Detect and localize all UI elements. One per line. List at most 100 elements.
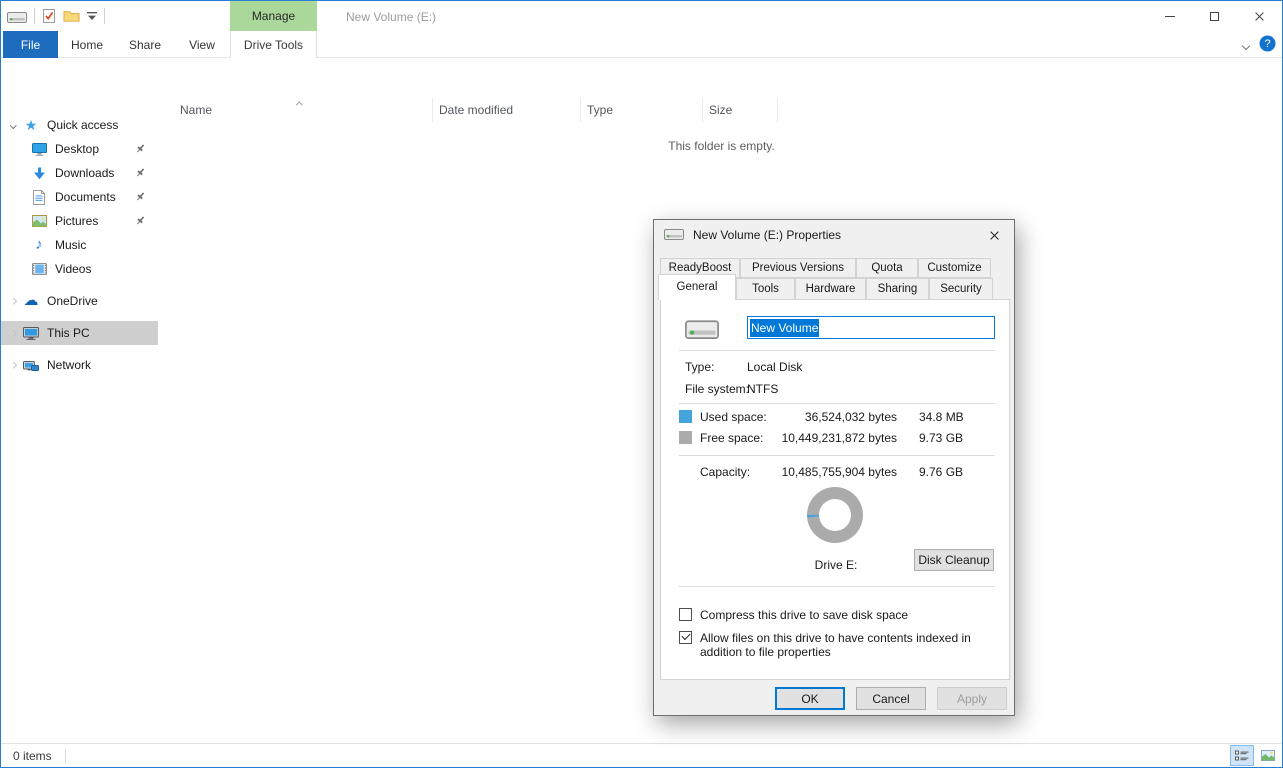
used-space-legend-swatch	[679, 410, 692, 423]
tab-home[interactable]: Home	[58, 31, 116, 58]
separator	[679, 403, 995, 404]
thumbnail-view-button[interactable]	[1256, 745, 1280, 766]
picture-icon	[29, 215, 49, 227]
sidebar-item-downloads[interactable]: Downloads	[1, 161, 158, 185]
separator	[679, 586, 995, 587]
capacity-bytes: 10,485,755,904 bytes	[761, 465, 897, 479]
dialog-title: New Volume (E:) Properties	[693, 228, 841, 242]
chevron-right-icon	[10, 362, 16, 368]
maximize-icon	[1210, 12, 1219, 21]
tab-share[interactable]: Share	[116, 31, 174, 58]
column-header-date-modified[interactable]: Date modified	[433, 98, 581, 122]
status-separator	[65, 749, 66, 763]
cancel-button[interactable]: Cancel	[856, 687, 926, 710]
pin-icon[interactable]	[135, 143, 146, 157]
customize-qat-button[interactable]	[87, 12, 97, 21]
type-label: Type:	[685, 360, 714, 374]
column-header-type[interactable]: Type	[581, 98, 703, 122]
tab-quota[interactable]: Quota	[856, 258, 918, 278]
ribbon-context-group: Manage	[230, 1, 317, 31]
details-view-icon	[1235, 750, 1249, 762]
title-bar: Manage New Volume (E:)	[1, 1, 1282, 31]
sidebar-item-music[interactable]: ♪ Music	[1, 233, 158, 257]
pin-icon[interactable]	[135, 191, 146, 205]
close-button[interactable]	[1237, 1, 1282, 31]
type-value: Local Disk	[747, 360, 802, 374]
qat-separator	[104, 8, 105, 24]
film-icon	[29, 263, 49, 275]
used-space-label: Used space:	[700, 410, 767, 424]
svg-text:?: ?	[1264, 38, 1270, 50]
disk-cleanup-button[interactable]: Disk Cleanup	[914, 549, 994, 571]
column-headers: Name Date modified Type Size	[161, 96, 1282, 124]
tab-drive-tools[interactable]: Drive Tools	[230, 31, 317, 58]
column-header-name[interactable]: Name	[166, 98, 433, 122]
index-checkbox[interactable]	[679, 631, 692, 644]
explorer-window: Manage New Volume (E:) File Home Share V…	[0, 0, 1283, 768]
tab-security[interactable]: Security	[929, 278, 993, 300]
tab-tools[interactable]: Tools	[736, 278, 795, 300]
compress-checkbox-label[interactable]: Compress this drive to save disk space	[700, 608, 1000, 622]
drive-icon	[7, 10, 27, 23]
tab-customize[interactable]: Customize	[918, 258, 991, 278]
tab-hardware[interactable]: Hardware	[795, 278, 866, 300]
pin-icon[interactable]	[135, 167, 146, 181]
file-system-label: File system:	[685, 382, 749, 396]
sidebar-item-network[interactable]: Network	[1, 353, 158, 377]
index-checkbox-label[interactable]: Allow files on this drive to have conten…	[700, 631, 1000, 659]
free-space-bytes: 10,449,231,872 bytes	[761, 431, 897, 445]
details-view-button[interactable]	[1230, 745, 1254, 766]
help-button[interactable]: ?	[1259, 35, 1276, 55]
used-space-bytes: 36,524,032 bytes	[761, 410, 897, 424]
volume-label-input[interactable]: New Volume	[747, 316, 995, 339]
dialog-close-button[interactable]	[984, 227, 1004, 243]
sidebar-item-label: This PC	[47, 326, 90, 340]
minimize-button[interactable]	[1147, 1, 1192, 31]
sidebar-item-quick-access[interactable]: ★ Quick access	[1, 113, 158, 137]
pin-icon[interactable]	[135, 215, 146, 229]
free-space-size: 9.73 GB	[919, 431, 963, 445]
selected-text: New Volume	[750, 319, 819, 337]
sidebar-item-videos[interactable]: Videos	[1, 257, 158, 281]
expand-ribbon-button[interactable]	[1243, 38, 1249, 52]
empty-folder-message: This folder is empty.	[161, 139, 1282, 153]
sidebar-item-label: Videos	[55, 262, 91, 276]
used-space-size: 34.8 MB	[919, 410, 964, 424]
minimize-icon	[1165, 16, 1175, 17]
sidebar-item-label: Desktop	[55, 142, 99, 156]
maximize-button[interactable]	[1192, 1, 1237, 31]
column-header-size[interactable]: Size	[703, 98, 778, 122]
ok-button[interactable]: OK	[775, 687, 845, 710]
tab-file[interactable]: File	[3, 31, 58, 58]
tab-previous-versions[interactable]: Previous Versions	[740, 258, 856, 278]
sidebar-item-pictures[interactable]: Pictures	[1, 209, 158, 233]
computer-icon	[21, 327, 41, 340]
ribbon-tab-row: File Home Share View Drive Tools ?	[1, 31, 1282, 58]
drive-icon	[685, 317, 719, 342]
tab-view[interactable]: View	[174, 31, 230, 58]
tab-general[interactable]: General	[658, 274, 736, 300]
sidebar-item-onedrive[interactable]: ☁ OneDrive	[1, 289, 158, 313]
general-tab-page: New Volume Type: Local Disk File system:…	[660, 299, 1010, 680]
new-folder-button[interactable]	[63, 9, 80, 23]
file-system-value: NTFS	[747, 382, 778, 396]
properties-button[interactable]	[42, 8, 56, 24]
close-icon	[1254, 11, 1265, 22]
chevron-right-icon	[10, 330, 16, 336]
separator	[679, 455, 995, 456]
sidebar-item-this-pc[interactable]: This PC	[1, 321, 158, 345]
downloads-icon	[29, 167, 49, 180]
onedrive-cloud-icon: ☁	[21, 294, 41, 308]
window-controls	[1147, 1, 1282, 31]
capacity-label: Capacity:	[700, 465, 750, 479]
dialog-title-bar: New Volume (E:) Properties	[654, 220, 1014, 250]
window-title: New Volume (E:)	[346, 10, 436, 24]
music-note-icon: ♪	[29, 238, 49, 252]
thumbnail-view-icon	[1261, 750, 1275, 761]
properties-dialog: New Volume (E:) Properties ReadyBoost Pr…	[653, 219, 1015, 716]
compress-checkbox[interactable]	[679, 608, 692, 621]
disk-usage-donut-chart	[807, 487, 863, 543]
sidebar-item-desktop[interactable]: Desktop	[1, 137, 158, 161]
sidebar-item-documents[interactable]: Documents	[1, 185, 158, 209]
tab-sharing[interactable]: Sharing	[866, 278, 929, 300]
